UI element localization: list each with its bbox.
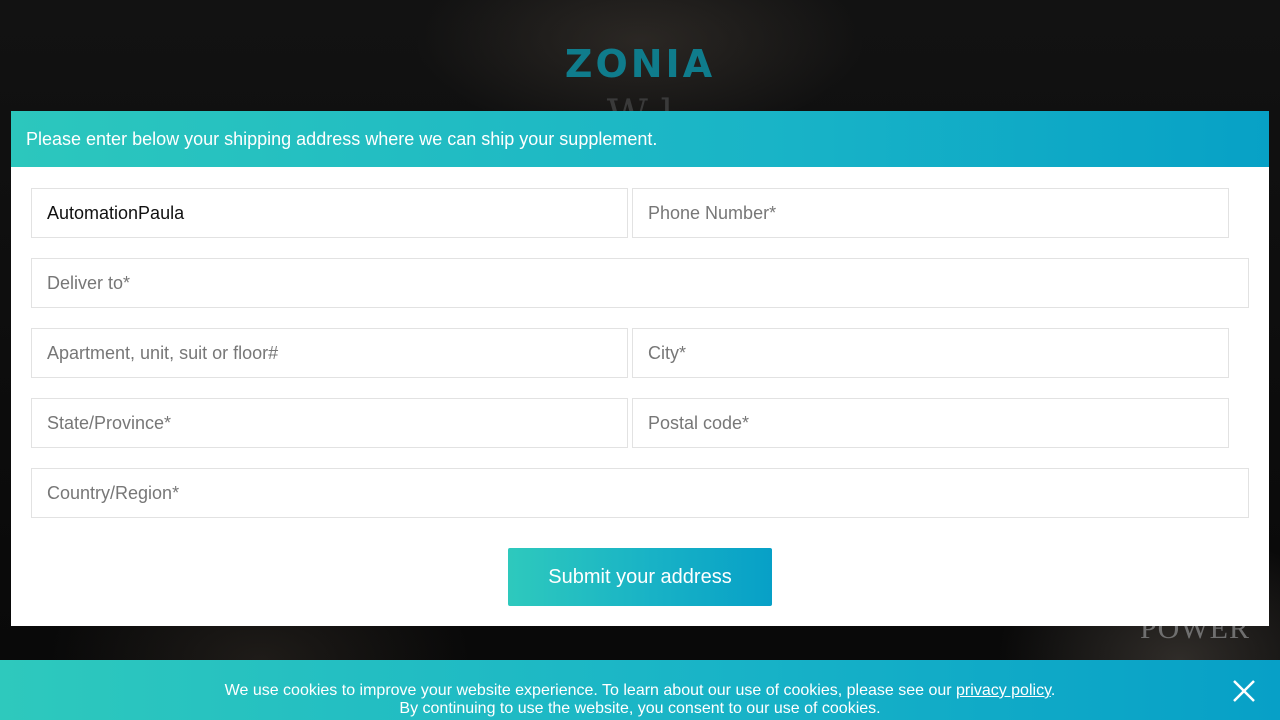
close-icon[interactable] <box>1230 677 1258 705</box>
modal-header: Please enter below your shipping address… <box>11 111 1269 167</box>
privacy-policy-link[interactable]: privacy policy <box>956 682 1051 699</box>
cookie-text-before: We use cookies to improve your website e… <box>224 682 957 699</box>
submit-address-button[interactable]: Submit your address <box>508 548 772 606</box>
brand-logo: ZONIA <box>564 42 716 86</box>
name-field[interactable] <box>31 188 628 238</box>
cookie-banner: We use cookies to improve your website e… <box>0 660 1280 720</box>
phone-number-field[interactable] <box>632 188 1229 238</box>
shipping-address-modal: Please enter below your shipping address… <box>11 111 1269 626</box>
postal-code-field[interactable] <box>632 398 1229 448</box>
city-field[interactable] <box>632 328 1229 378</box>
state-province-field[interactable] <box>31 398 628 448</box>
apartment-field[interactable] <box>31 328 628 378</box>
deliver-to-field[interactable] <box>31 258 1249 308</box>
country-region-field[interactable] <box>31 468 1249 518</box>
cookie-message: We use cookies to improve your website e… <box>220 682 1060 718</box>
